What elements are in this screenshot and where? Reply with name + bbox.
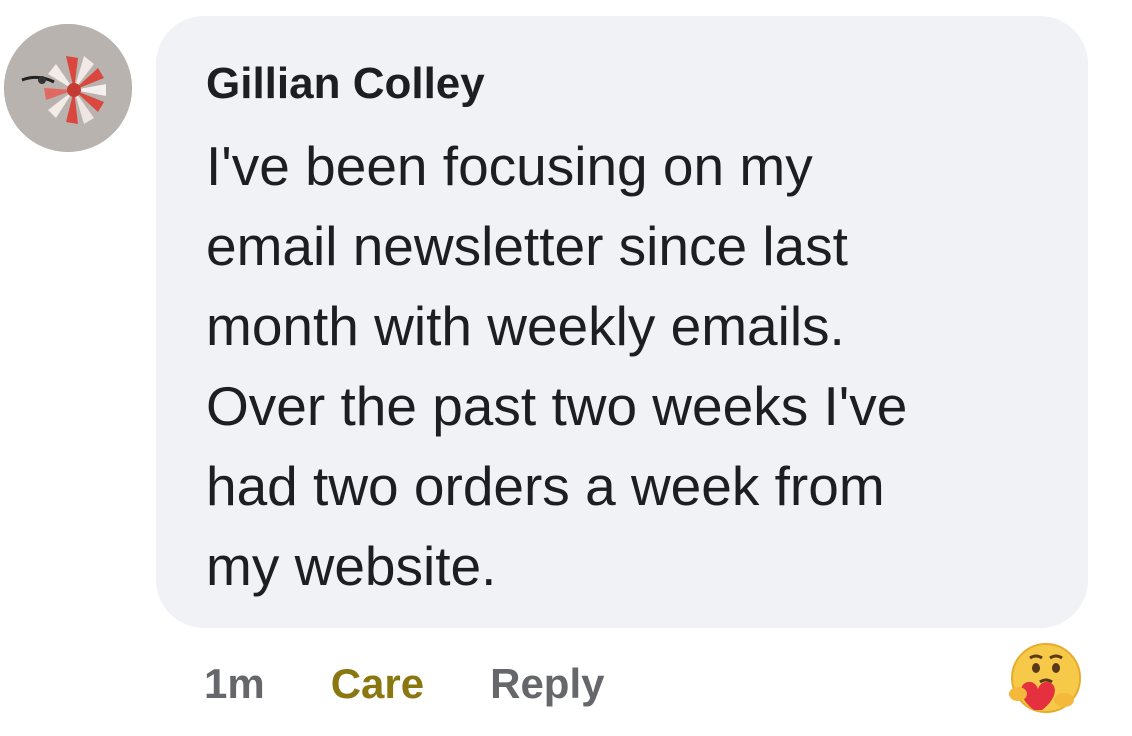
avatar[interactable] [4, 24, 132, 152]
comment-text: I've been focusing on my email newslette… [206, 135, 908, 597]
care-emoji-icon[interactable] [1004, 640, 1084, 720]
reply-button[interactable]: Reply [490, 660, 604, 708]
comment-bubble: Gillian Colley I've been focusing on my … [156, 16, 1088, 628]
care-reaction-button[interactable]: Care [331, 660, 424, 708]
flower-icon [4, 24, 132, 152]
comment: Gillian Colley I've been focusing on my … [0, 0, 1132, 736]
comment-actions: 1m Care Reply [204, 654, 604, 714]
timestamp[interactable]: 1m [204, 660, 265, 708]
author-name[interactable]: Gillian Colley [206, 62, 1040, 106]
